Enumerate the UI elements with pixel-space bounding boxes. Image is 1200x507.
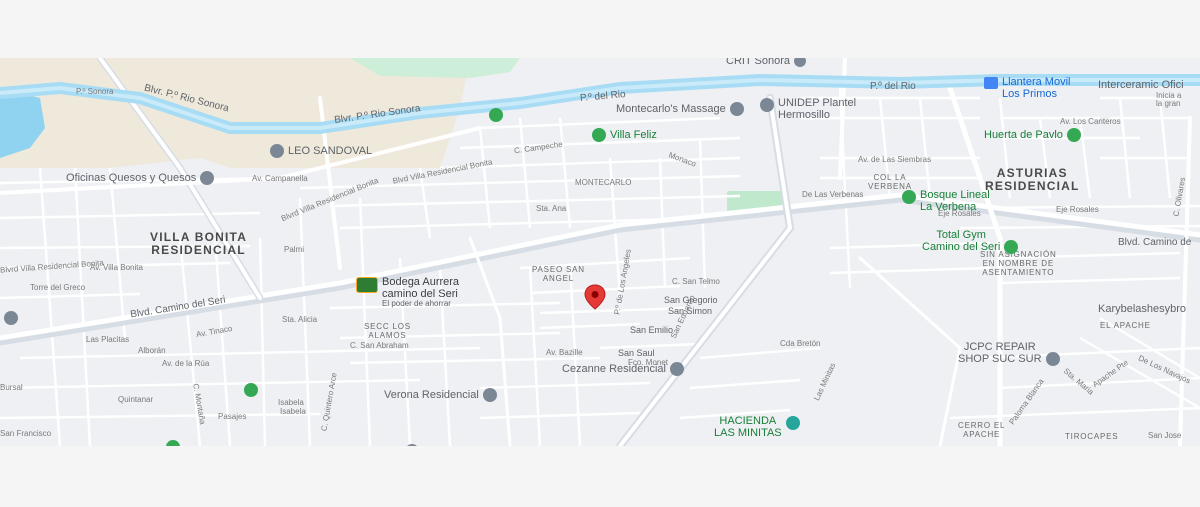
street-label: San Francisco (0, 429, 52, 438)
street-label: Palmi (284, 245, 305, 254)
street-label: Isabela (278, 398, 304, 407)
street-label: Alborán (138, 346, 166, 355)
poi-total-gym[interactable]: Total Gym Camino del Seri (922, 229, 1019, 254)
street-label: San Emilio (630, 325, 674, 335)
poi-label: Karybelashesybro (1098, 303, 1187, 315)
area-paseo-san-angel: PASEO SAN ANGEL (532, 265, 585, 283)
park-icon (785, 416, 800, 430)
place-pin-icon[interactable] (489, 108, 503, 122)
poi-label: JCPC REPAIR SHOP SUC SUR (958, 341, 1042, 365)
street-label: Isabela (280, 407, 306, 416)
street-label: Cda Bretón (780, 339, 821, 348)
road-label-montecarlo: MONTECARLO (575, 178, 632, 187)
street-label: Av. Bazille (546, 348, 583, 357)
poi-label: HACIENDA LAS MINITAS (714, 415, 782, 439)
poi-interceramic-sub: Inicia a la gran (1156, 91, 1182, 108)
poi-label: LEO SANDOVAL (288, 144, 373, 157)
poi-verona[interactable]: Verona Residencial (384, 388, 497, 402)
poi-sublabel: El poder de ahorrar (382, 299, 451, 309)
street-label: Quintanar (118, 395, 154, 404)
area-secc-los-alamos: SECC LOS ALAMOS (364, 322, 411, 340)
poi-villa-feliz[interactable]: Villa Feliz (592, 128, 657, 142)
poi-montecarlos[interactable]: Montecarlo's Massage (616, 102, 744, 116)
street-label: Torre del Greco (30, 283, 86, 292)
place-pin-icon (794, 58, 806, 67)
street-label: Las Placitas (86, 335, 130, 344)
poi-karybelashes[interactable]: Karybelashesybro (1098, 304, 1186, 315)
gym-icon (1004, 239, 1019, 254)
car-service-icon (984, 77, 998, 89)
area-asturias: ASTURIAS RESIDENCIAL (985, 166, 1080, 193)
road-label-siembras: Av. de Las Siembras (858, 155, 932, 164)
poi-unidep[interactable]: UNIDEP Plantel Hermosillo (760, 97, 857, 121)
area-sin-asignacion: SIN ASIGNACIÓN EN NOMBRE DE ASENTAMIENTO (980, 250, 1057, 277)
area-col-la-verbena: COL LA VERBENA (868, 173, 912, 191)
poi-label: Bosque Lineal La Verbena (920, 189, 990, 213)
area-cerro-el-apache: CERRO EL APACHE (958, 421, 1006, 439)
poi-hacienda-minitas[interactable]: HACIENDA LAS MINITAS (714, 415, 800, 439)
poi-jcpc-repair[interactable]: JCPC REPAIR SHOP SUC SUR (958, 341, 1060, 366)
park-icon (592, 128, 606, 142)
road-label-camino-seri-east: Blvd. Camino de (1118, 237, 1192, 248)
store-logo-icon (356, 277, 378, 293)
poi-label: Huerta de Pavlo (984, 128, 1063, 141)
poi-label: Oficinas Quesos y Quesos (66, 171, 197, 184)
poi-label: Llantera Movil Los Primos (1002, 76, 1071, 100)
place-pin-icon (669, 362, 684, 376)
street-label: Bursal (0, 383, 23, 392)
place-pin-icon (200, 171, 215, 185)
street-label: C. San Abraham (350, 341, 409, 350)
street-label: San Saul (618, 348, 655, 358)
poi-label: Interceramic Ofici (1098, 79, 1184, 91)
poi-oficinas-quesos[interactable]: Oficinas Quesos y Quesos (66, 171, 215, 185)
road-label-campanella: Av. Campanella (252, 174, 308, 183)
area-el-apache: EL APACHE (1100, 321, 1151, 330)
area-tirocapes: TIROCAPES (1065, 432, 1119, 441)
park-icon[interactable] (244, 383, 258, 397)
poi-huerta-de-pavlo[interactable]: Huerta de Pavlo (984, 128, 1081, 142)
poi-llantera-movil[interactable]: Llantera Movil Los Primos (984, 76, 1071, 100)
poi-label: Montecarlo's Massage (616, 102, 726, 115)
area-villa-bonita: VILLA BONITA RESIDENCIAL (150, 230, 248, 257)
road-label-po-del-rio-2: P.º del Rio (870, 81, 916, 92)
place-pin-icon (729, 102, 744, 116)
map-canvas[interactable]: VILLA BONITA RESIDENCIAL ASTURIAS RESIDE… (0, 58, 1200, 446)
poi-leo-sandoval[interactable]: LEO SANDOVAL (270, 144, 372, 158)
road-label-verbenas: De Las Verbenas (802, 190, 864, 199)
street-label: Av. de la Rúa (162, 359, 210, 368)
street-label: Sta. Alicia (282, 315, 318, 324)
poi-label: Cezanne Residencial (562, 362, 666, 375)
street-label: San Jose (1148, 431, 1182, 440)
street-label: Av. Los Canteros (1060, 117, 1121, 126)
poi-interceramic[interactable]: Interceramic Ofici (1098, 80, 1184, 91)
place-pin-icon[interactable] (4, 311, 18, 325)
street-label: Sta. Ana (536, 204, 567, 213)
park-icon (1066, 128, 1081, 142)
school-icon (760, 98, 774, 112)
poi-cezanne[interactable]: Cezanne Residencial (562, 362, 684, 376)
selected-location-pin[interactable] (583, 284, 607, 310)
poi-label: Verona Residencial (384, 388, 479, 401)
poi-crit-sonora[interactable]: CRIT Sonora (726, 58, 806, 67)
place-pin-icon (270, 144, 284, 158)
place-pin-icon (482, 388, 497, 402)
poi-bodega-aurrera[interactable]: Bodega Aurrera camino del Seri El poder d… (356, 276, 460, 309)
street-label: C. San Telmo (672, 277, 720, 286)
street-label: Eje Rosales (1056, 205, 1099, 214)
poi-bosque-lineal[interactable]: Bosque Lineal La Verbena (902, 189, 990, 213)
place-pin-icon (1045, 351, 1060, 366)
poi-label: Villa Feliz (610, 128, 657, 141)
street-label: P.º Sonora (76, 87, 114, 96)
poi-label: Total Gym Camino del Seri (922, 229, 1001, 253)
poi-label: Bodega Aurrera camino del Seri (382, 276, 460, 300)
park-icon (902, 190, 916, 204)
poi-label: CRIT Sonora (726, 58, 790, 67)
poi-label: UNIDEP Plantel Hermosillo (778, 97, 857, 121)
street-label: Av. Villa Bonita (90, 263, 143, 272)
street-label: Pasajes (218, 412, 247, 421)
